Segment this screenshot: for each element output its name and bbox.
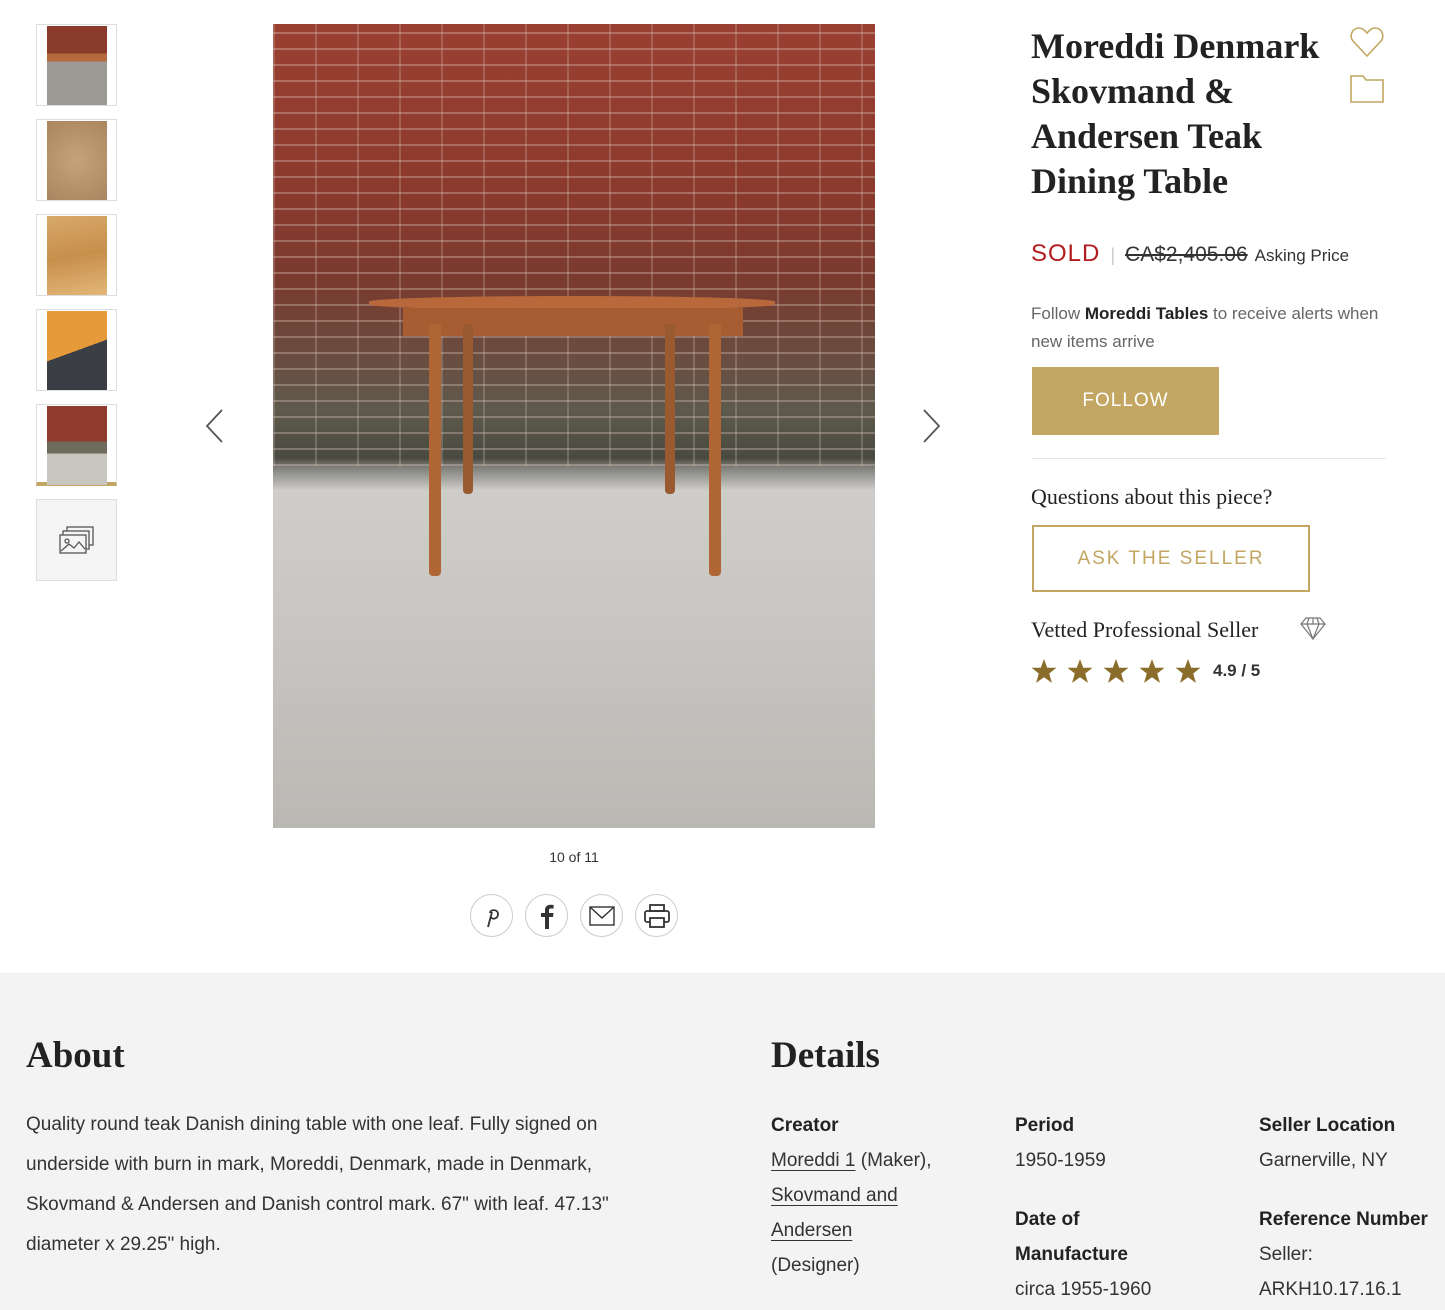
star-icon [1067, 659, 1093, 683]
vetted-seller-label: Vetted Professional Seller [1031, 617, 1259, 642]
table-leg [709, 324, 721, 576]
thumbnail-5[interactable] [36, 404, 117, 486]
main-product-image[interactable] [273, 24, 875, 828]
follow-prefix: Follow [1031, 304, 1085, 323]
table-leg [665, 324, 675, 494]
product-title: Moreddi Denmark Skovmand & Andersen Teak… [1031, 26, 1320, 201]
print-button[interactable] [635, 894, 678, 937]
sold-status: SOLD [1031, 240, 1101, 267]
price-separator: | [1110, 245, 1116, 265]
price: CA$2,405.06 [1125, 243, 1248, 266]
creator-column: Creator Moreddi 1 (Maker), Skovmand and … [771, 1108, 971, 1283]
table-apron [403, 308, 743, 336]
price-row: SOLD | CA$2,405.06 Asking Price [1031, 240, 1349, 268]
print-icon [643, 903, 670, 928]
star-icon [1031, 659, 1057, 683]
facebook-button[interactable] [525, 894, 568, 937]
reference-value: Seller: ARKH10.17.16.1 [1259, 1244, 1402, 1300]
location-label: Seller Location [1259, 1115, 1396, 1136]
thumbnail-1[interactable] [36, 24, 117, 106]
folder-icon[interactable] [1349, 72, 1385, 104]
creator-1-link[interactable]: Moreddi 1 [771, 1150, 856, 1171]
thumbnail-image [47, 121, 107, 200]
date-value: circa 1955-1960 [1015, 1279, 1152, 1300]
creator-1-line: Moreddi 1 (Maker), [771, 1143, 971, 1178]
date-label: Date of Manufacture [1015, 1209, 1128, 1265]
period-column: Period 1950-1959 Date of Manufacture cir… [1015, 1108, 1215, 1307]
questions-heading: Questions about this piece? [1031, 484, 1273, 509]
thumbnail-image [47, 311, 107, 390]
image-counter: 10 of 11 [549, 849, 599, 865]
reference-label: Reference Number [1259, 1209, 1428, 1230]
follow-button[interactable]: FOLLOW [1032, 367, 1219, 435]
creator-1-role: (Maker), [855, 1150, 932, 1171]
pinterest-icon [486, 908, 499, 927]
table-leg [429, 324, 441, 576]
star-icon [1175, 659, 1201, 683]
creator-2-link[interactable]: Skovmand and Andersen [771, 1178, 921, 1248]
location-column: Seller Location Garnerville, NY Referenc… [1259, 1108, 1445, 1307]
pinterest-button[interactable] [470, 894, 513, 937]
divider [1032, 458, 1386, 459]
seller-rating: 4.9 / 5 [1031, 658, 1260, 684]
creator-label: Creator [771, 1115, 839, 1136]
price-label: Asking Price [1254, 246, 1350, 265]
more-images-button[interactable] [36, 499, 117, 581]
brick-wall [273, 24, 875, 467]
previous-image-arrow-icon[interactable] [204, 408, 224, 444]
table-leg [463, 324, 473, 494]
follow-text: Follow Moreddi Tables to receive alerts … [1031, 300, 1391, 356]
thumbnail-2[interactable] [36, 119, 117, 201]
ask-seller-button[interactable]: ASK THE SELLER [1032, 525, 1310, 592]
next-image-arrow-icon[interactable] [922, 408, 942, 444]
location-value: Garnerville, NY [1259, 1150, 1388, 1171]
images-icon [58, 526, 94, 554]
details-heading: Details [771, 1035, 880, 1076]
about-heading: About [26, 1035, 125, 1076]
thumbnail-image [47, 216, 107, 295]
about-text: Quality round teak Danish dining table w… [26, 1114, 609, 1255]
star-icon [1103, 659, 1129, 683]
period-label: Period [1015, 1115, 1075, 1136]
period-value: 1950-1959 [1015, 1150, 1106, 1171]
thumbnail-image [47, 406, 107, 485]
heart-icon[interactable] [1349, 24, 1385, 60]
thumbnail-image [47, 26, 107, 105]
thumbnail-3[interactable] [36, 214, 117, 296]
diamond-icon[interactable] [1300, 616, 1326, 640]
email-icon [588, 905, 615, 926]
email-button[interactable] [580, 894, 623, 937]
star-icon [1139, 659, 1165, 683]
share-buttons [470, 894, 678, 937]
facebook-icon [540, 904, 554, 929]
seller-name[interactable]: Moreddi Tables [1085, 304, 1208, 323]
rating-value: 4.9 / 5 [1213, 661, 1261, 680]
creator-2-role: (Designer) [771, 1255, 860, 1276]
thumbnail-list [36, 24, 117, 594]
thumbnail-4[interactable] [36, 309, 117, 391]
